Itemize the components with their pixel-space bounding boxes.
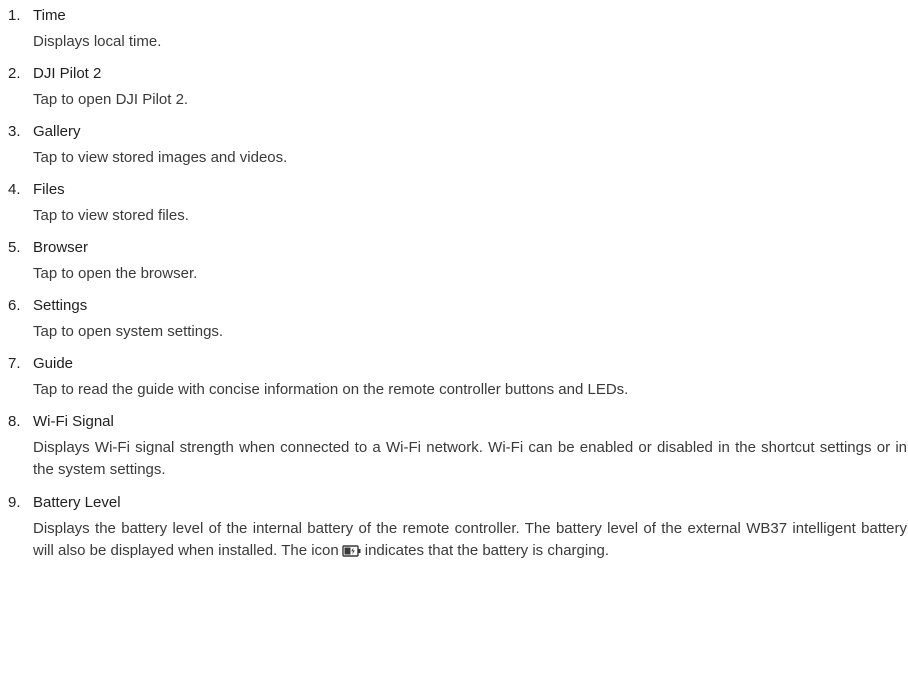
item-heading: 5. Browser bbox=[8, 238, 908, 258]
item-number: 4. bbox=[8, 181, 21, 198]
item-number: 9. bbox=[8, 494, 21, 511]
item-number: 6. bbox=[8, 297, 21, 314]
item-heading: 4. Files bbox=[8, 180, 908, 200]
list-item-gallery: 3. Gallery Tap to view stored images and… bbox=[8, 122, 908, 169]
item-title: Settings bbox=[33, 297, 88, 314]
item-description: Displays Wi-Fi signal strength when conn… bbox=[33, 439, 907, 478]
list-item-files: 4. Files Tap to view stored files. bbox=[8, 180, 908, 227]
list-item-wifi-signal: 8. Wi-Fi Signal Displays Wi-Fi signal st… bbox=[8, 412, 908, 481]
item-heading: 1. Time bbox=[8, 6, 908, 26]
item-heading: 8. Wi-Fi Signal bbox=[8, 412, 908, 432]
list-item-battery-level: 9. Battery Level Displays the battery le… bbox=[8, 493, 908, 564]
item-description: Tap to read the guide with concise infor… bbox=[33, 381, 629, 398]
item-number: 2. bbox=[8, 65, 21, 82]
item-title: Browser bbox=[33, 239, 89, 256]
item-number: 3. bbox=[8, 123, 21, 140]
list-item-time: 1. Time Displays local time. bbox=[8, 6, 908, 53]
item-title: Guide bbox=[33, 355, 74, 372]
item-number: 7. bbox=[8, 355, 21, 372]
battery-charging-icon bbox=[342, 542, 362, 564]
item-description: Tap to open the browser. bbox=[33, 265, 198, 282]
item-title: Battery Level bbox=[33, 494, 121, 511]
list-item-guide: 7. Guide Tap to read the guide with conc… bbox=[8, 354, 908, 401]
item-number: 8. bbox=[8, 413, 21, 430]
item-heading: 7. Guide bbox=[8, 354, 908, 374]
item-title: DJI Pilot 2 bbox=[33, 65, 102, 82]
item-title: Wi-Fi Signal bbox=[33, 413, 114, 430]
item-description: Tap to open system settings. bbox=[33, 323, 224, 340]
item-title: Time bbox=[33, 7, 66, 24]
item-number: 1. bbox=[8, 7, 21, 24]
list-item-settings: 6. Settings Tap to open system settings. bbox=[8, 296, 908, 343]
list-item-browser: 5. Browser Tap to open the browser. bbox=[8, 238, 908, 285]
item-description: Tap to view stored images and videos. bbox=[33, 149, 288, 166]
item-description: Displays the battery level of the intern… bbox=[33, 518, 907, 564]
description-text-after-icon: indicates that the battery is charging. bbox=[364, 542, 610, 559]
item-number: 5. bbox=[8, 239, 21, 256]
list-item-dji-pilot-2: 2. DJI Pilot 2 Tap to open DJI Pilot 2. bbox=[8, 64, 908, 111]
item-description: Tap to open DJI Pilot 2. bbox=[33, 91, 189, 108]
item-description: Tap to view stored files. bbox=[33, 207, 189, 224]
item-title: Gallery bbox=[33, 123, 81, 140]
item-description: Displays local time. bbox=[33, 33, 162, 50]
item-title: Files bbox=[33, 181, 65, 198]
item-heading: 9. Battery Level bbox=[8, 493, 908, 513]
item-heading: 3. Gallery bbox=[8, 122, 908, 142]
item-heading: 6. Settings bbox=[8, 296, 908, 316]
document-body: 1. Time Displays local time. 2. DJI Pilo… bbox=[0, 0, 908, 564]
item-heading: 2. DJI Pilot 2 bbox=[8, 64, 908, 84]
